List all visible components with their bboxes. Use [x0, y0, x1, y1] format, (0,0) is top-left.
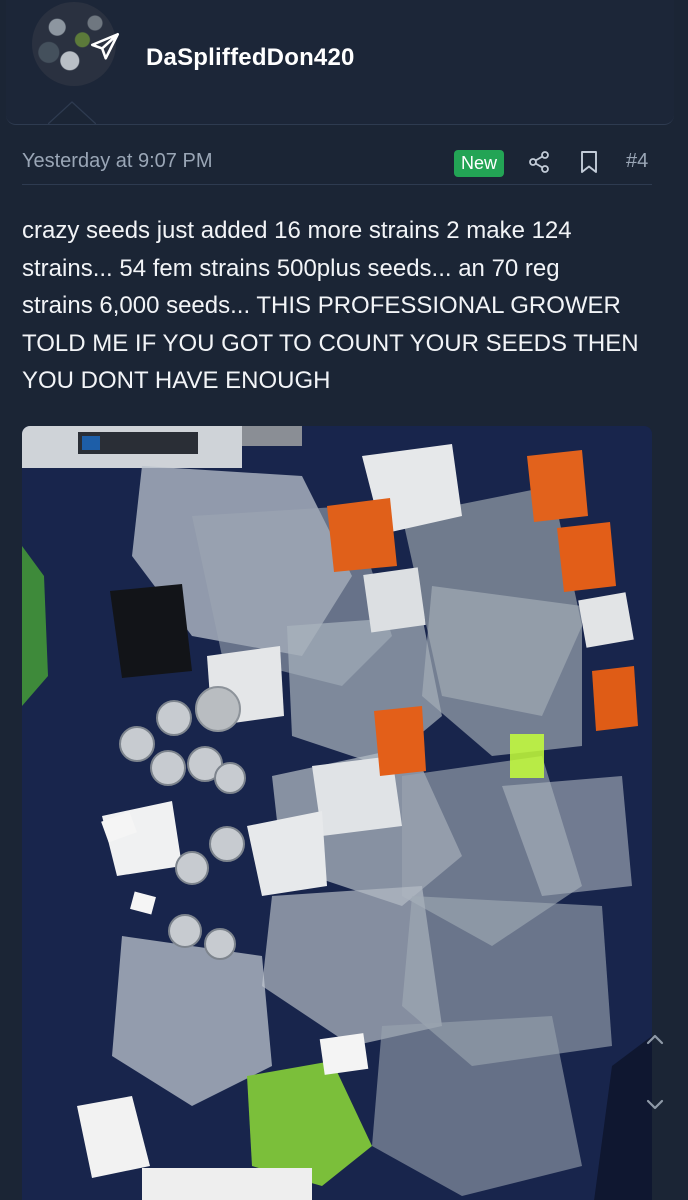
share-icon[interactable] — [527, 150, 551, 174]
forum-post-page: DaSpliffedDon420 Yesterday at 9:07 PM Ne… — [0, 0, 688, 1200]
chevron-down-icon[interactable] — [638, 1088, 672, 1122]
chevron-up-icon[interactable] — [638, 1022, 672, 1056]
bookmark-icon[interactable] — [578, 150, 600, 174]
post-body-text: crazy seeds just added 16 more strains 2… — [22, 217, 639, 394]
new-badge: New — [454, 150, 505, 177]
send-icon — [90, 32, 120, 60]
post-photo[interactable] — [22, 426, 652, 1200]
user-card: DaSpliffedDon420 — [6, 0, 674, 125]
post-number-link[interactable]: #4 — [626, 150, 648, 173]
username[interactable]: DaSpliffedDon420 — [146, 44, 355, 72]
post-meta-row: Yesterday at 9:07 PM New #4 — [22, 146, 652, 185]
post-timestamp[interactable]: Yesterday at 9:07 PM — [22, 150, 213, 173]
seed-collection-photo — [22, 426, 652, 1200]
card-pointer — [48, 101, 96, 125]
